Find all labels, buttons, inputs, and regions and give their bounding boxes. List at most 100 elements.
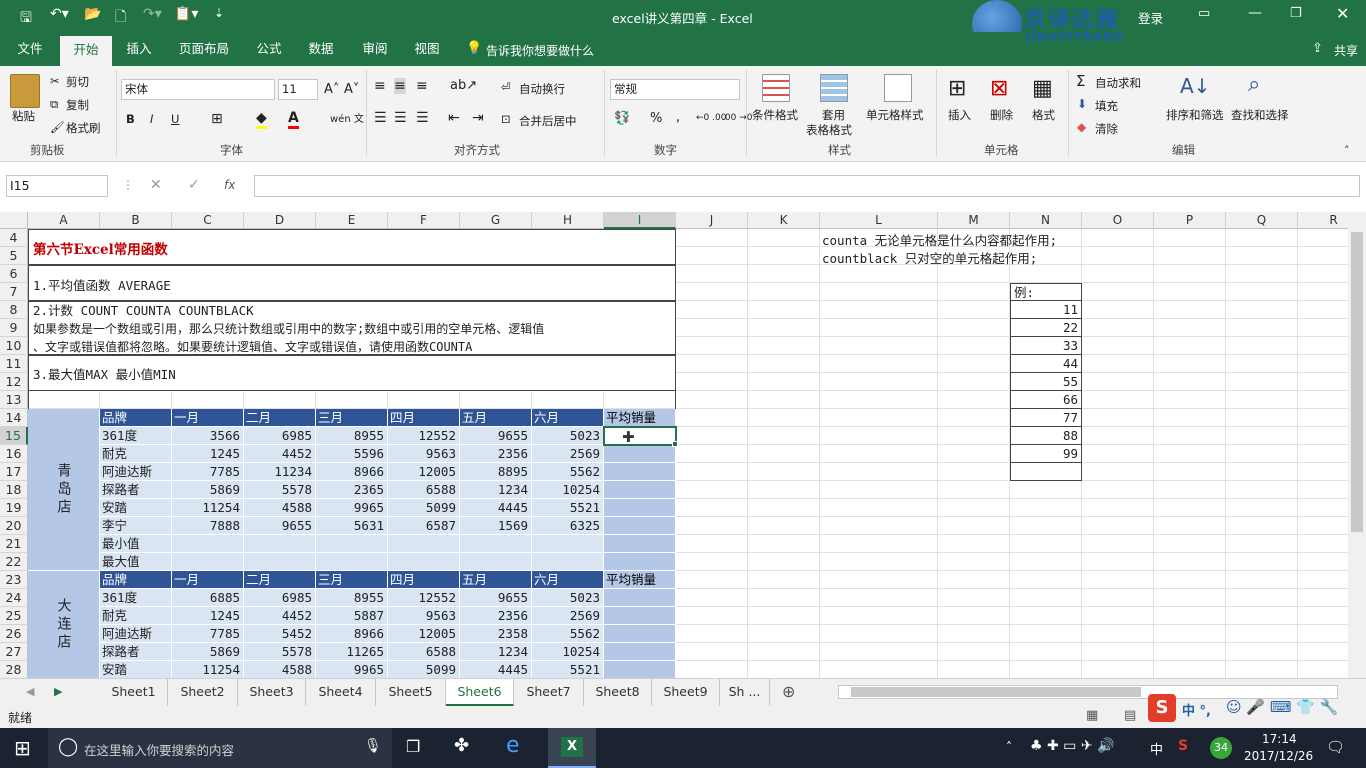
ime-mode[interactable]: 中 °, <box>1182 700 1211 719</box>
conditional-format-icon[interactable] <box>762 74 790 102</box>
percent-button[interactable]: % <box>650 111 662 126</box>
decrease-indent-icon[interactable]: ⇤ <box>448 110 460 126</box>
column-header[interactable]: D <box>244 212 316 229</box>
sales-cell[interactable]: 9563 <box>388 607 460 625</box>
sales-cell[interactable]: 9965 <box>316 661 388 678</box>
tab-page-layout[interactable]: 页面布局 <box>170 32 238 66</box>
cell-style-button[interactable]: 单元格样式 <box>866 107 924 123</box>
tab-data[interactable]: 数据 <box>298 32 344 66</box>
sales-cell[interactable]: 8895 <box>460 463 532 481</box>
increase-indent-icon[interactable]: ⇥ <box>472 110 484 126</box>
insert-cells-button[interactable]: 插入 <box>948 107 971 123</box>
autosum-button[interactable]: 自动求和 <box>1095 75 1141 91</box>
delete-cells-icon[interactable]: ⊠ <box>990 76 1008 101</box>
tray-ime[interactable]: 中 <box>1150 739 1163 758</box>
example-value[interactable]: 55 <box>1010 373 1082 391</box>
row-header[interactable]: 4 <box>0 229 28 247</box>
minimize-icon[interactable]: — <box>1248 5 1262 21</box>
column-header[interactable]: O <box>1082 212 1154 229</box>
paste-button[interactable]: 粘贴 <box>12 108 35 124</box>
sales-cell[interactable]: 1234 <box>460 481 532 499</box>
row-header[interactable]: 5 <box>0 247 28 265</box>
row-header[interactable]: 13 <box>0 391 28 409</box>
sales-cell[interactable]: 7785 <box>172 625 244 643</box>
average-cell[interactable] <box>604 499 676 517</box>
sales-cell[interactable]: 5869 <box>172 643 244 661</box>
sheet-tab[interactable]: Sheet3 <box>238 679 306 706</box>
cut-button[interactable]: 剪切 <box>66 74 89 90</box>
sales-cell[interactable]: 9655 <box>244 517 316 535</box>
next-sheet-icon[interactable]: ▶ <box>54 685 62 698</box>
sales-cell[interactable]: 2356 <box>460 445 532 463</box>
microphone-icon[interactable]: 🎙 <box>364 738 382 754</box>
sales-cell[interactable]: 5562 <box>532 625 604 643</box>
table-header-cell[interactable]: 一月 <box>172 571 244 589</box>
cut-icon[interactable]: ✂ <box>50 74 60 88</box>
stat-label-cell[interactable]: 最小值 <box>100 535 172 553</box>
sales-cell[interactable]: 8955 <box>316 427 388 445</box>
clear-button[interactable]: 清除 <box>1095 121 1118 137</box>
stat-cell[interactable] <box>460 553 532 571</box>
sales-cell[interactable]: 11234 <box>244 463 316 481</box>
fill-color-icon[interactable]: ◆ <box>256 110 267 129</box>
column-header[interactable]: R <box>1298 212 1348 229</box>
stat-label-cell[interactable]: 最大值 <box>100 553 172 571</box>
table-header-cell[interactable]: 五月 <box>460 571 532 589</box>
sheet-tab[interactable]: Sheet9 <box>652 679 720 706</box>
edge-icon[interactable]: e <box>506 733 520 758</box>
store-name-cell[interactable]: 青岛店 <box>28 409 100 571</box>
brand-cell[interactable]: 耐克 <box>100 445 172 463</box>
wrap-text-button[interactable]: 自动换行 <box>519 81 565 97</box>
sales-cell[interactable]: 5099 <box>388 661 460 678</box>
brand-cell[interactable]: 安踏 <box>100 661 172 678</box>
sheet-tab[interactable]: Sheet7 <box>514 679 584 706</box>
stat-cell[interactable] <box>388 553 460 571</box>
brand-cell[interactable]: 安踏 <box>100 499 172 517</box>
example-value[interactable]: 33 <box>1010 337 1082 355</box>
format-painter-icon[interactable]: 🖌 <box>50 120 65 134</box>
find-select-button[interactable]: 查找和选择 <box>1231 107 1289 123</box>
font-color-icon[interactable]: A <box>288 110 299 129</box>
table-header-cell[interactable]: 二月 <box>244 571 316 589</box>
fill-handle[interactable] <box>672 441 678 447</box>
sales-cell[interactable]: 6587 <box>388 517 460 535</box>
table-header-cell[interactable]: 四月 <box>388 571 460 589</box>
sales-cell[interactable]: 2358 <box>460 625 532 643</box>
table-header-cell[interactable]: 三月 <box>316 571 388 589</box>
grow-font-icon[interactable]: A˄ <box>324 82 339 97</box>
format-table-icon[interactable] <box>820 74 848 102</box>
name-box[interactable]: I15 <box>6 175 108 197</box>
table-header-cell[interactable]: 六月 <box>532 571 604 589</box>
sales-cell[interactable]: 1569 <box>460 517 532 535</box>
copy-button[interactable]: 复制 <box>66 97 89 113</box>
prev-sheet-icon[interactable]: ◀ <box>26 685 34 698</box>
sales-cell[interactable]: 6985 <box>244 589 316 607</box>
sales-cell[interactable]: 6985 <box>244 427 316 445</box>
average-cell[interactable] <box>604 463 676 481</box>
conditional-format-button[interactable]: 条件格式 <box>752 107 798 123</box>
merge-icon[interactable]: ⊡ <box>501 112 511 126</box>
row-header[interactable]: 11 <box>0 355 28 373</box>
row-header[interactable]: 23 <box>0 571 28 589</box>
example-empty-cell[interactable] <box>1010 463 1082 481</box>
brand-cell[interactable]: 李宁 <box>100 517 172 535</box>
table-header-cell[interactable]: 品牌 <box>100 409 172 427</box>
average-cell[interactable] <box>604 481 676 499</box>
column-header[interactable]: N <box>1010 212 1082 229</box>
underline-button[interactable]: U <box>171 112 179 126</box>
insert-cells-icon[interactable]: ⊞ <box>948 76 966 101</box>
undo-icon[interactable]: ↶▾ <box>50 6 69 22</box>
tell-me-input[interactable]: 告诉我你想要做什么 <box>486 42 594 59</box>
cancel-entry-icon[interactable]: ✕ <box>150 177 162 193</box>
sales-cell[interactable]: 11254 <box>172 661 244 678</box>
sales-cell[interactable]: 2569 <box>532 607 604 625</box>
sales-cell[interactable]: 5521 <box>532 661 604 678</box>
sales-cell[interactable]: 2569 <box>532 445 604 463</box>
login-link[interactable]: 登录 <box>1138 8 1163 27</box>
sales-cell[interactable]: 7785 <box>172 463 244 481</box>
row-header[interactable]: 19 <box>0 499 28 517</box>
paste-icon[interactable] <box>10 74 40 108</box>
format-cells-button[interactable]: 格式 <box>1032 107 1055 123</box>
column-header[interactable]: P <box>1154 212 1226 229</box>
row-header[interactable]: 27 <box>0 643 28 661</box>
